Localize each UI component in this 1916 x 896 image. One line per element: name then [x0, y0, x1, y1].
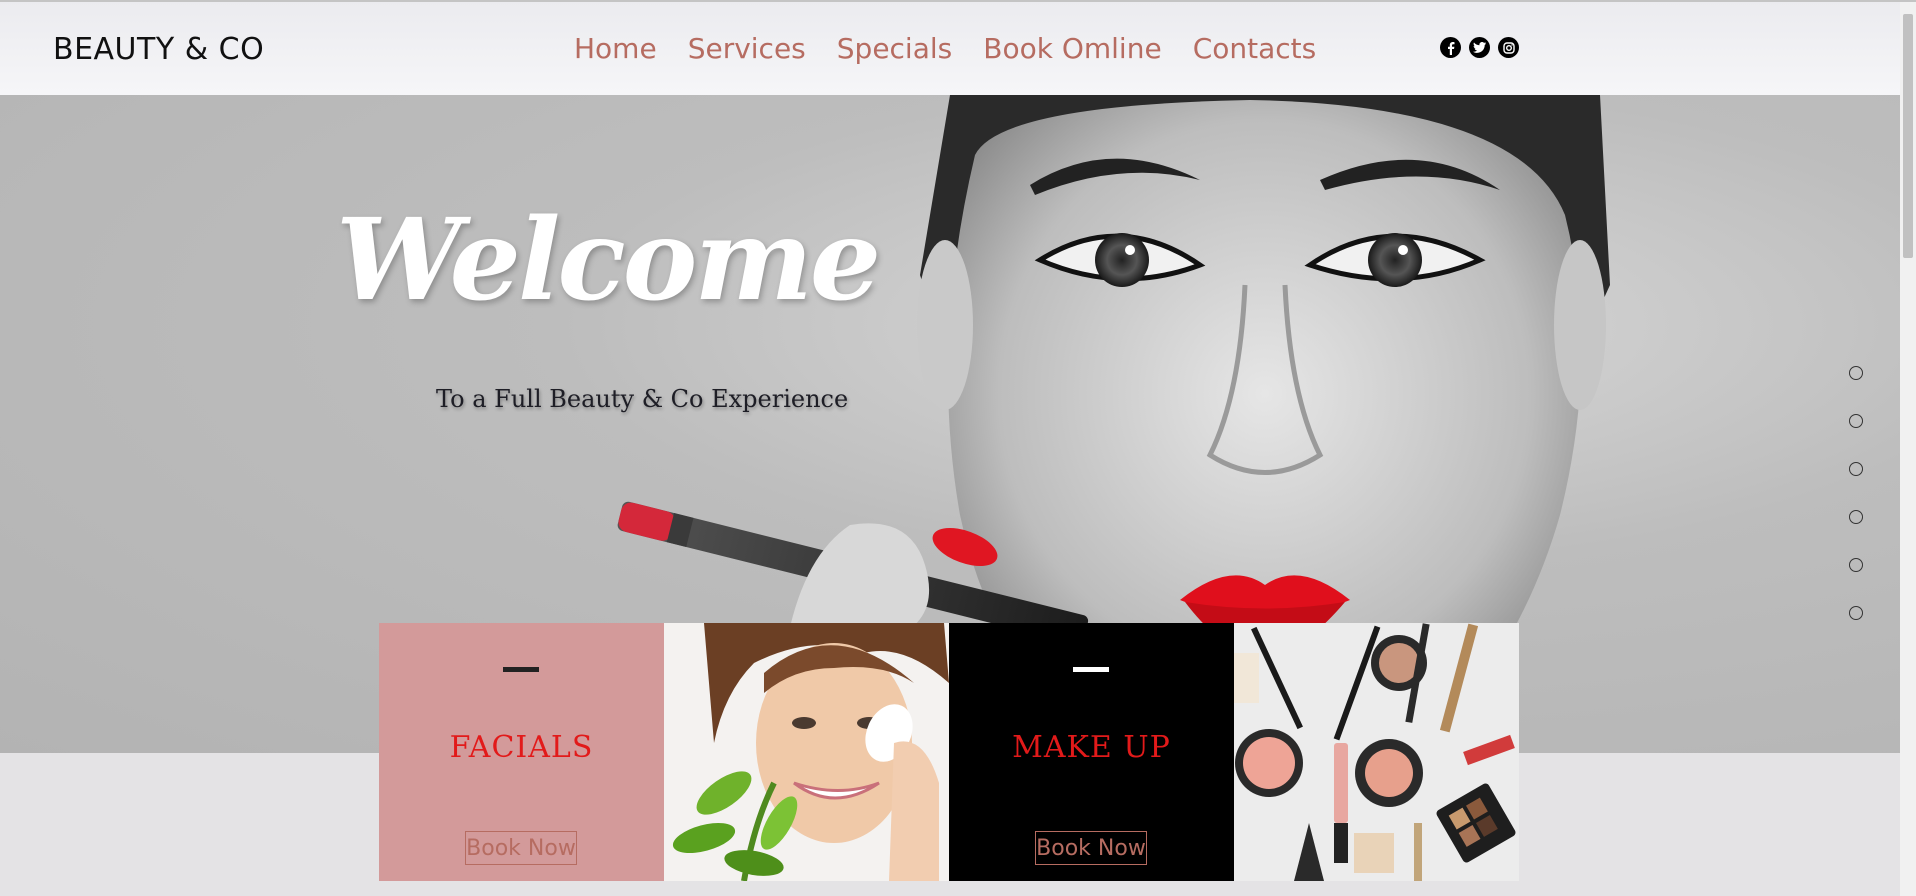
nav-services[interactable]: Services	[688, 32, 806, 65]
slider-dot-4[interactable]	[1849, 510, 1863, 524]
hero-tagline: To a Full Beauty & Co Experience	[436, 385, 849, 413]
slider-dot-1[interactable]	[1849, 366, 1863, 380]
slider-dot-3[interactable]	[1849, 462, 1863, 476]
site-header: BEAUTY & CO Home Services Specials Book …	[0, 2, 1900, 95]
nav-contacts[interactable]: Contacts	[1193, 32, 1317, 65]
card-dash	[1073, 667, 1109, 672]
service-cards: FACIALS Book Now MAKE UP Book Now	[379, 623, 1519, 881]
card-makeup: MAKE UP Book Now	[949, 623, 1234, 881]
nav-specials[interactable]: Specials	[837, 32, 952, 65]
card-image-facial	[664, 623, 949, 881]
nav-home[interactable]: Home	[574, 32, 657, 65]
site-logo[interactable]: BEAUTY & CO	[53, 32, 264, 67]
nav-book-online[interactable]: Book Omline	[983, 32, 1161, 65]
facial-photo	[664, 623, 949, 881]
book-now-button-facials[interactable]: Book Now	[465, 831, 577, 865]
main-nav: Home Services Specials Book Omline Conta…	[574, 32, 1316, 65]
card-dash	[503, 667, 539, 672]
card-facials: FACIALS Book Now	[379, 623, 664, 881]
slider-dot-5[interactable]	[1849, 558, 1863, 572]
scrollbar-thumb[interactable]	[1903, 14, 1913, 258]
card-title-facials: FACIALS	[449, 730, 594, 765]
hero-title: Welcome	[336, 195, 881, 326]
slider-dot-6[interactable]	[1849, 606, 1863, 620]
instagram-icon[interactable]	[1498, 37, 1519, 58]
card-image-makeup	[1234, 623, 1519, 881]
makeup-products-photo	[1234, 623, 1519, 881]
facebook-icon[interactable]	[1440, 37, 1461, 58]
slider-dots	[1849, 366, 1863, 654]
slider-dot-2[interactable]	[1849, 414, 1863, 428]
book-now-button-makeup[interactable]: Book Now	[1035, 831, 1147, 865]
twitter-icon[interactable]	[1469, 37, 1490, 58]
card-title-makeup: MAKE UP	[1012, 730, 1171, 765]
social-links	[1440, 37, 1519, 58]
page-scrollbar[interactable]	[1900, 2, 1916, 896]
